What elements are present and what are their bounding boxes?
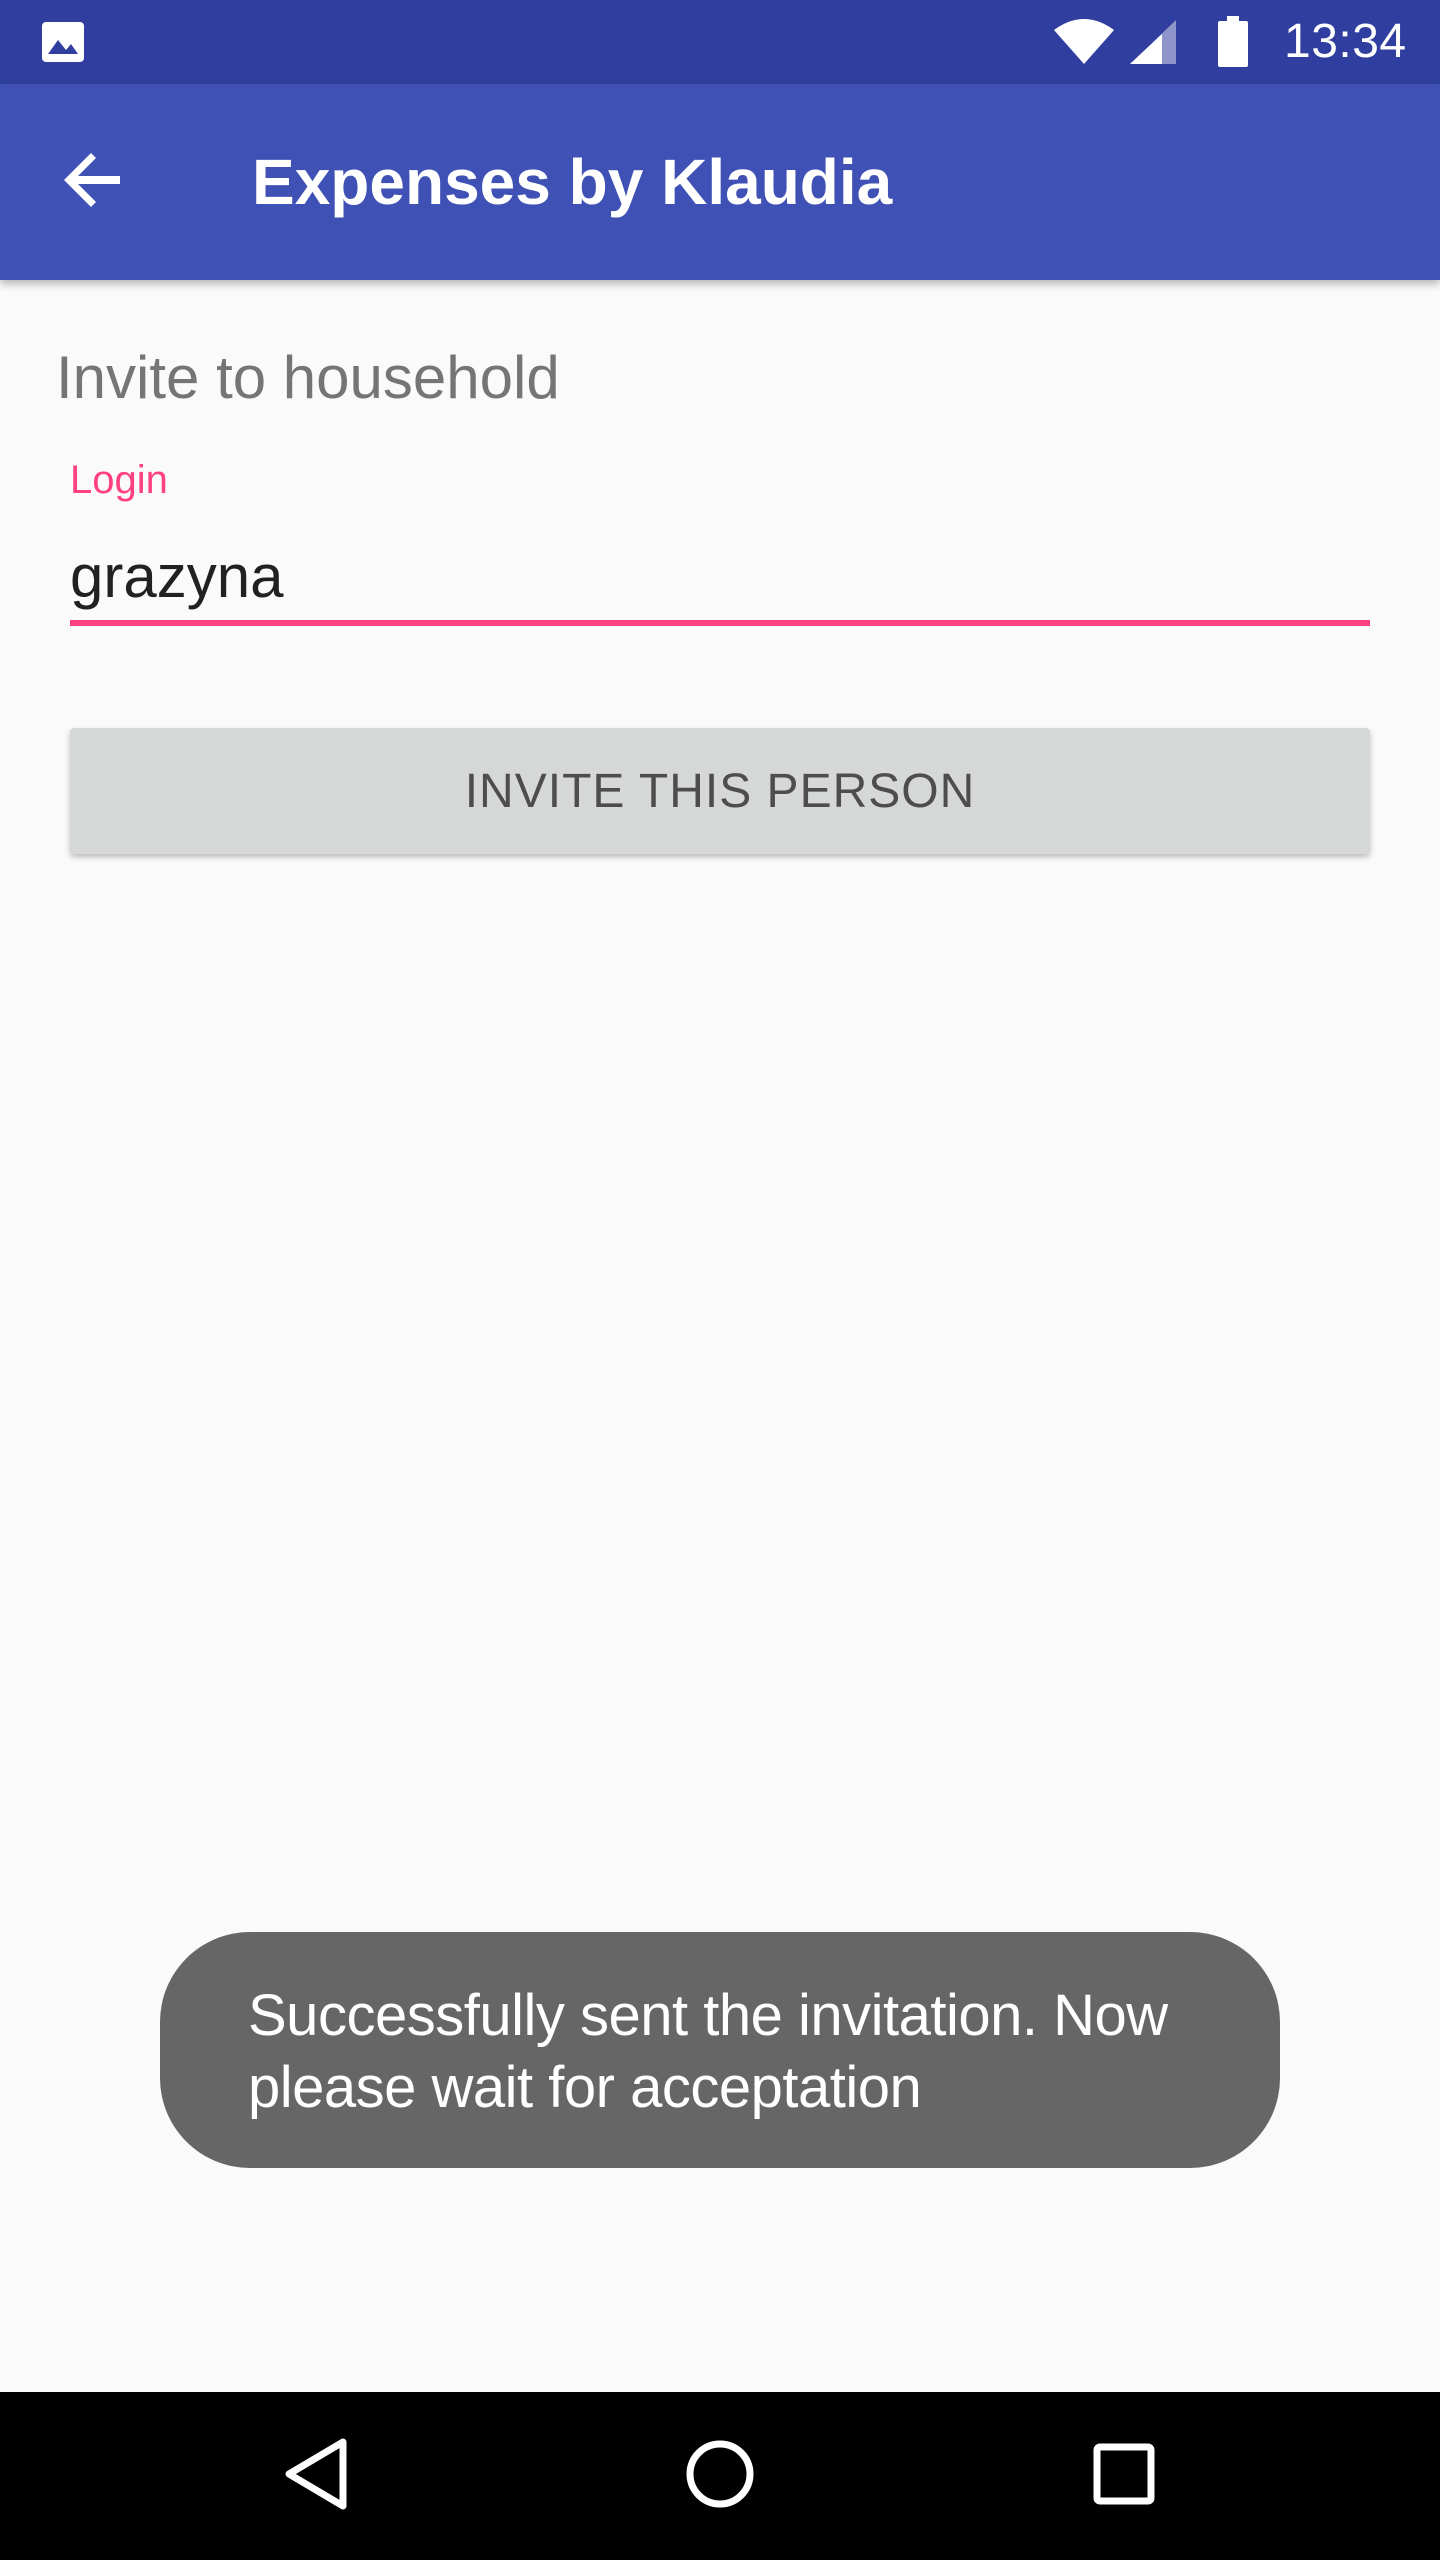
- image-notification-icon: [40, 20, 86, 64]
- battery-icon: [1216, 16, 1250, 68]
- app-bar: Expenses by Klaudia: [0, 84, 1440, 280]
- nav-recents-icon: [1093, 2443, 1155, 2510]
- invite-this-person-button[interactable]: INVITE THIS PERSON: [70, 728, 1370, 854]
- login-input[interactable]: [70, 530, 1370, 622]
- status-clock: 13:34: [1284, 15, 1407, 68]
- toast-message: Successfully sent the invitation. Now pl…: [160, 1932, 1280, 2168]
- app-bar-title: Expenses by Klaudia: [252, 146, 893, 218]
- cell-signal-icon: [1128, 18, 1178, 66]
- wifi-icon: [1052, 18, 1116, 66]
- navigation-bar: [0, 2392, 1440, 2560]
- nav-home-button[interactable]: [660, 2416, 780, 2536]
- arrow-back-icon: [62, 148, 126, 217]
- nav-back-icon: [281, 2436, 351, 2517]
- login-input-underline: [70, 620, 1370, 626]
- section-heading: Invite to household: [56, 344, 560, 411]
- status-bar: 13:34: [0, 0, 1440, 84]
- login-field-label: Login: [70, 458, 168, 502]
- toast-text: Successfully sent the invitation. Now pl…: [248, 1983, 1168, 2120]
- back-button[interactable]: [42, 130, 146, 234]
- nav-back-button[interactable]: [256, 2416, 376, 2536]
- nav-recents-button[interactable]: [1064, 2416, 1184, 2536]
- nav-home-icon: [685, 2439, 755, 2514]
